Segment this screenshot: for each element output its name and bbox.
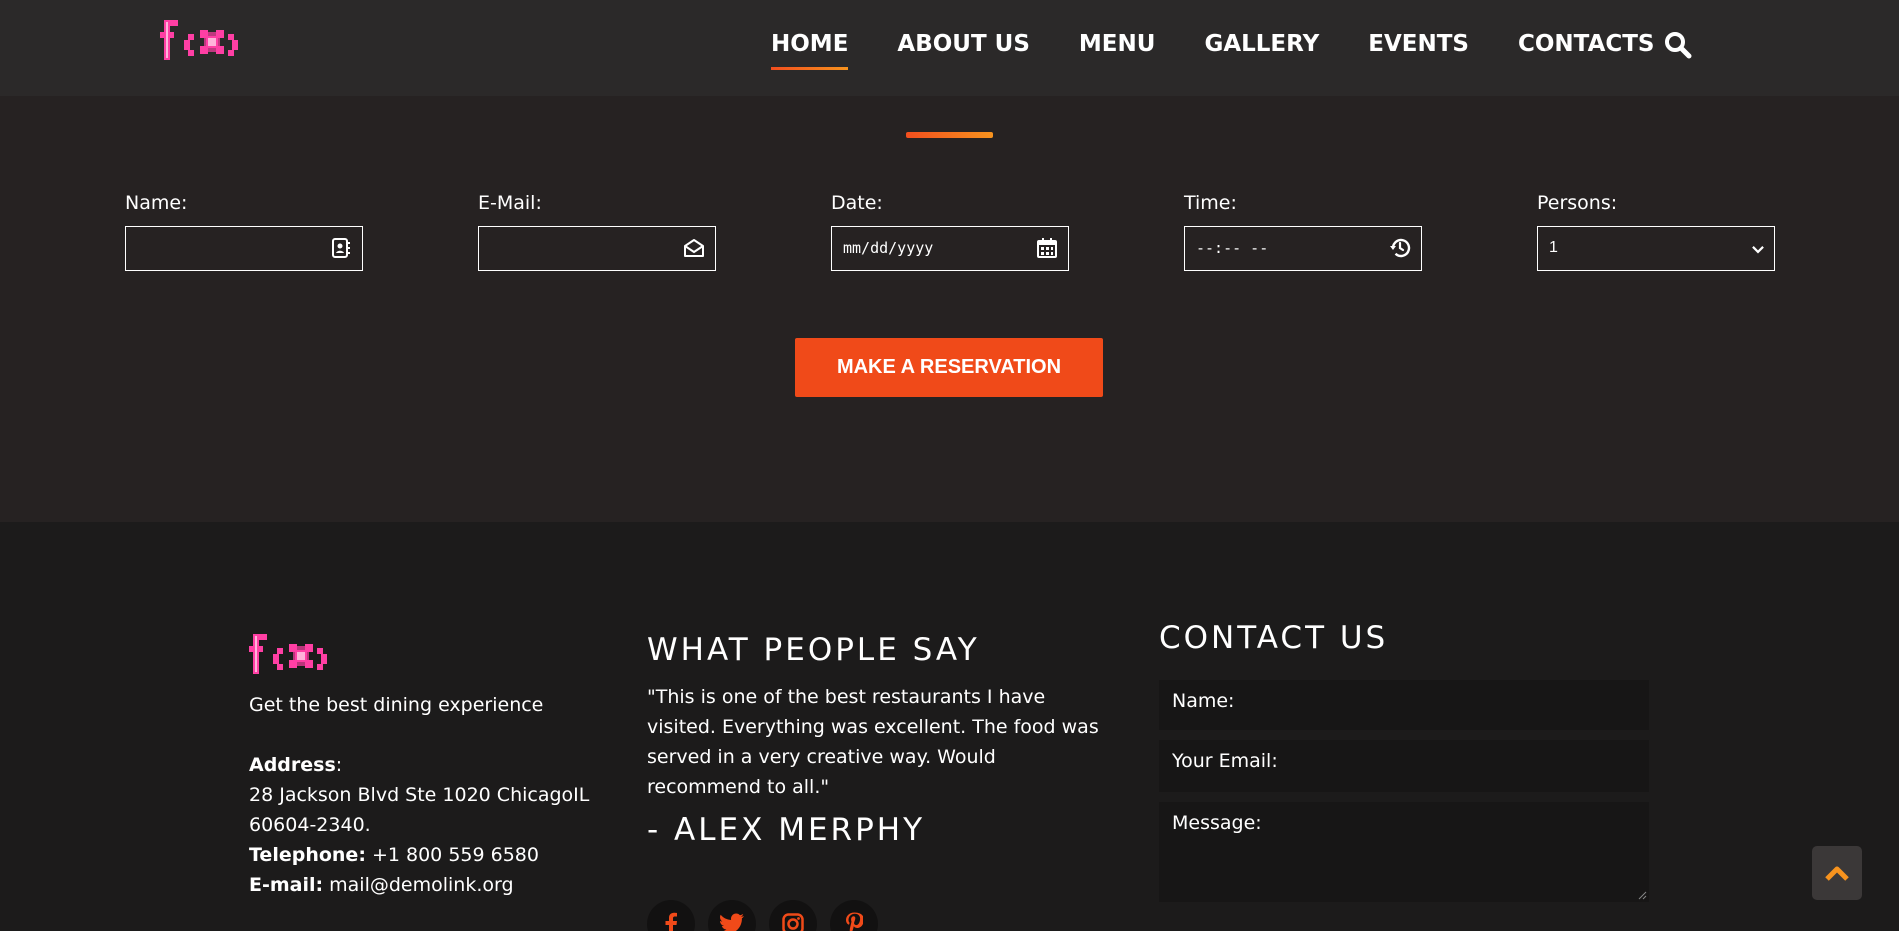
- contact-card-icon: [332, 238, 350, 258]
- social-links: [647, 900, 1117, 931]
- telephone-value[interactable]: +1 800 559 6580: [366, 844, 539, 866]
- date-label: Date:: [831, 192, 883, 214]
- search-icon: [1665, 32, 1692, 59]
- pinterest-link[interactable]: [830, 900, 878, 931]
- message-placeholder: Message:: [1172, 812, 1262, 834]
- email-info-label: E-mail:: [249, 874, 324, 896]
- nav-item-about-us[interactable]: ABOUT US: [897, 28, 1030, 70]
- chevron-up-icon: [1825, 866, 1849, 881]
- name-input[interactable]: [126, 227, 362, 270]
- footer-contact: CONTACT US Name: Your Email: Message:: [1159, 620, 1649, 902]
- nav-item-gallery[interactable]: GALLERY: [1204, 28, 1319, 70]
- footer-logo[interactable]: [249, 632, 609, 686]
- time-placeholder: --:-- --: [1196, 239, 1269, 257]
- pinterest-icon: [846, 912, 863, 931]
- logo-icon: [160, 20, 238, 60]
- reservation-date-group: Date: mm/dd/yyyy: [831, 192, 1069, 271]
- twitter-icon: [720, 913, 744, 931]
- chevron-down-icon: [1752, 246, 1764, 254]
- name-label: Name:: [125, 192, 188, 214]
- envelope-open-icon: [684, 239, 704, 257]
- reservation-section: Name: E-Mail: Date: mm/dd/yyyy Time: --:…: [0, 96, 1899, 522]
- persons-value: 1: [1549, 239, 1558, 256]
- time-label: Time:: [1184, 192, 1237, 214]
- contact-message-textarea[interactable]: Message:: [1159, 802, 1649, 902]
- testimonial-quote: "This is one of the best restaurants I h…: [647, 686, 1099, 798]
- address-label: Address: [249, 754, 336, 776]
- email-label: E-Mail:: [478, 192, 542, 214]
- reservation-name-group: Name:: [125, 192, 363, 271]
- contact-info: Address: 28 Jackson Blvd Ste 1020 Chicag…: [249, 750, 609, 900]
- main-nav: HOME ABOUT US MENU GALLERY EVENTS CONTAC…: [771, 28, 1704, 70]
- contact-heading: CONTACT US: [1159, 620, 1389, 656]
- logo-icon: [249, 634, 327, 674]
- date-placeholder: mm/dd/yyyy: [843, 239, 934, 257]
- time-field[interactable]: --:-- --: [1184, 226, 1422, 271]
- section-divider: [906, 132, 993, 138]
- testimonial-author: - ALEX MERPHY: [647, 812, 926, 848]
- email-info-value[interactable]: mail@demolink.org: [323, 874, 513, 896]
- nav-item-contacts[interactable]: CONTACTS: [1518, 28, 1655, 70]
- facebook-link[interactable]: [647, 900, 695, 931]
- persons-label: Persons:: [1537, 192, 1618, 214]
- logo[interactable]: [160, 18, 276, 68]
- history-clock-icon[interactable]: [1389, 237, 1411, 259]
- address-colon: :: [335, 754, 343, 776]
- footer-testimonials: WHAT PEOPLE SAY "This is one of the best…: [647, 632, 1117, 931]
- facebook-icon: [665, 912, 677, 931]
- reservation-email-group: E-Mail:: [478, 192, 716, 271]
- resize-grip-icon[interactable]: [1637, 890, 1647, 900]
- instagram-icon: [782, 913, 804, 931]
- contact-email-input[interactable]: Your Email:: [1159, 740, 1649, 792]
- nav-item-menu[interactable]: MENU: [1079, 28, 1156, 70]
- tagline: Get the best dining experience: [249, 694, 544, 716]
- reservation-persons-group: Persons: 1: [1537, 192, 1775, 271]
- twitter-link[interactable]: [708, 900, 756, 931]
- calendar-icon[interactable]: [1036, 237, 1058, 259]
- email-input[interactable]: [479, 227, 715, 270]
- address-line2: 60604-2340.: [249, 814, 371, 836]
- search-button[interactable]: [1664, 30, 1692, 60]
- name-field[interactable]: [125, 226, 363, 271]
- date-field[interactable]: mm/dd/yyyy: [831, 226, 1069, 271]
- nav-item-home[interactable]: HOME: [771, 28, 849, 70]
- make-reservation-button[interactable]: MAKE A RESERVATION: [795, 338, 1103, 397]
- testimonials-heading: WHAT PEOPLE SAY: [647, 632, 980, 668]
- address-line1: 28 Jackson Blvd Ste 1020 ChicagoIL: [249, 784, 590, 806]
- site-footer: Get the best dining experience Address: …: [0, 522, 1899, 931]
- persons-select[interactable]: 1: [1537, 226, 1775, 271]
- instagram-link[interactable]: [769, 900, 817, 931]
- email-field[interactable]: [478, 226, 716, 271]
- telephone-label: Telephone:: [249, 844, 366, 866]
- footer-about: Get the best dining experience Address: …: [249, 632, 609, 900]
- site-header: HOME ABOUT US MENU GALLERY EVENTS CONTAC…: [0, 0, 1899, 96]
- nav-item-events[interactable]: EVENTS: [1368, 28, 1469, 70]
- reservation-time-group: Time: --:-- --: [1184, 192, 1422, 271]
- contact-name-input[interactable]: Name:: [1159, 680, 1649, 730]
- scroll-to-top-button[interactable]: [1812, 846, 1862, 900]
